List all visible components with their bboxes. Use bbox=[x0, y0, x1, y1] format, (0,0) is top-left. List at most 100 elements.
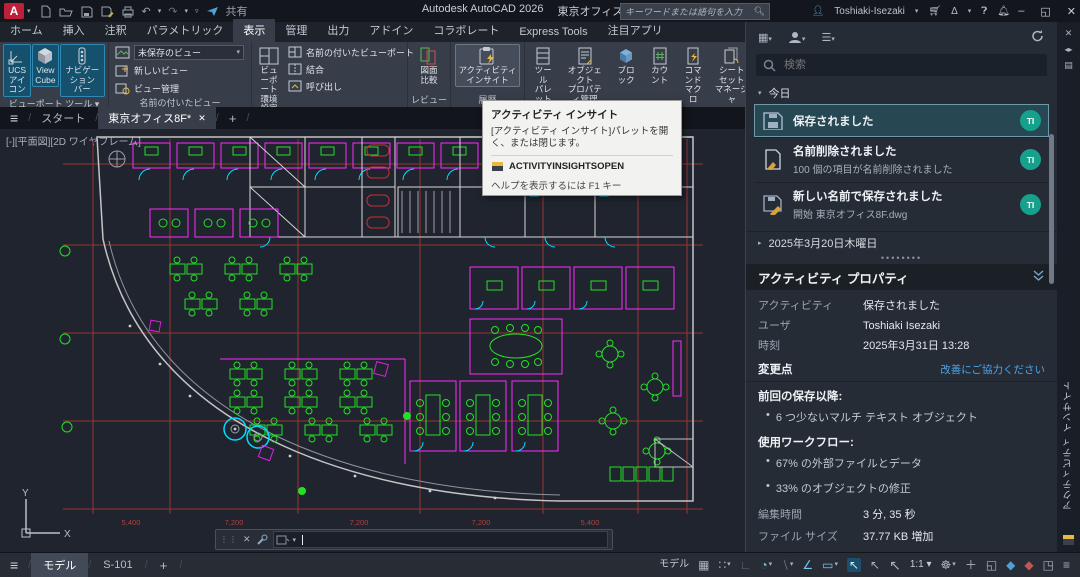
count-palette-button[interactable]: カウント bbox=[644, 44, 675, 87]
share-label[interactable]: 共有 bbox=[226, 3, 248, 19]
notification-icon[interactable]: 🔔︎ bbox=[997, 6, 1010, 17]
user-name[interactable]: Toshiaki-Isezaki bbox=[834, 6, 905, 17]
named-viewport-button[interactable]: 名前の付いたビューポート bbox=[288, 44, 414, 60]
tab-featured-apps[interactable]: 注目アプリ bbox=[598, 19, 673, 42]
activity-insight-button[interactable]: アクティビティ インサイト bbox=[455, 44, 519, 87]
palette-properties-icon[interactable]: ▤ bbox=[1064, 60, 1073, 71]
file-tab-menu-icon[interactable]: ≡ bbox=[0, 110, 28, 126]
autodesk-caret-icon[interactable]: ▾ bbox=[968, 7, 972, 15]
properties-palette-button[interactable]: オブジェクト プロパティ管理 bbox=[562, 44, 608, 106]
view-manager-button[interactable]: ビュー管理 bbox=[115, 80, 179, 96]
command-drag-handle[interactable]: ⋮⋮ bbox=[220, 538, 238, 542]
activity-search-box[interactable] bbox=[756, 54, 1047, 76]
ortho-mode-icon[interactable]: ∟ bbox=[740, 558, 752, 572]
isodraft-icon[interactable]: ∖▾ bbox=[781, 558, 793, 572]
activity-search-input[interactable] bbox=[782, 58, 986, 72]
save-icon[interactable] bbox=[80, 5, 93, 18]
user-caret-icon[interactable]: ▾ bbox=[915, 7, 919, 15]
panel-label-viewport-tools[interactable]: ビューポート ツール ▾ bbox=[0, 97, 108, 108]
cart-icon[interactable]: 🛒︎ bbox=[928, 6, 941, 17]
panel-splitter[interactable]: •••••••• bbox=[746, 254, 1057, 264]
tool-palettes-button[interactable]: ツール パレット bbox=[528, 44, 559, 106]
tab-manage[interactable]: 管理 bbox=[275, 19, 317, 42]
open-file-icon[interactable] bbox=[59, 5, 73, 18]
customize-wrench-icon[interactable] bbox=[256, 534, 268, 546]
autodesk-icon[interactable]: Δ bbox=[951, 6, 958, 17]
restore-viewport-button[interactable]: 呼び出し bbox=[288, 78, 414, 94]
customization-icon[interactable]: ≡ bbox=[1063, 558, 1070, 572]
object-snap-3d-icon[interactable]: ↖ bbox=[870, 558, 880, 572]
layout-tab-s101[interactable]: S-101 bbox=[91, 555, 144, 575]
plot-icon[interactable] bbox=[121, 5, 135, 18]
activity-item-saved[interactable]: 保存されました TI bbox=[754, 104, 1049, 137]
group-today[interactable]: ▾ 今日 bbox=[746, 82, 1057, 104]
workspace-switch-icon[interactable]: ☸▾ bbox=[941, 558, 956, 572]
snap-mode-icon[interactable]: ∷▾ bbox=[719, 558, 731, 572]
join-viewport-button[interactable]: 結合 bbox=[288, 61, 414, 77]
search-icon[interactable]: 🔍︎ bbox=[754, 6, 765, 17]
isolate-objects-icon[interactable]: ◱ bbox=[986, 558, 997, 572]
polar-tracking-icon[interactable]: ◔▾ bbox=[760, 558, 772, 572]
group-older-date[interactable]: ▸ 2025年3月20日木曜日 bbox=[746, 231, 1057, 254]
command-line[interactable]: ⋮⋮ ✕ ▾ bbox=[215, 529, 613, 550]
tab-addins[interactable]: アドイン bbox=[359, 19, 423, 42]
activity-properties-header[interactable]: アクティビティ プロパティ bbox=[746, 264, 1057, 290]
command-macros-button[interactable]: コマンド マクロ bbox=[678, 44, 709, 106]
palette-close-icon[interactable]: ✕ bbox=[1065, 28, 1073, 39]
object-snap-icon[interactable]: ↖ bbox=[847, 558, 861, 572]
tab-output[interactable]: 出力 bbox=[317, 19, 359, 42]
annotation-scale-control[interactable]: 1:1 ▾ bbox=[910, 558, 932, 572]
command-close-icon[interactable]: ✕ bbox=[243, 534, 251, 545]
tab-collaborate[interactable]: コラボレート bbox=[423, 19, 509, 42]
tab-annotate[interactable]: 注釈 bbox=[95, 19, 137, 42]
selection-cycling-icon[interactable]: ↖ bbox=[889, 558, 901, 572]
autocad-logo[interactable]: A bbox=[4, 3, 24, 19]
drawing-compare-button[interactable]: 図面 比較 bbox=[415, 44, 443, 87]
panel-label-review[interactable]: レビュー bbox=[408, 93, 450, 107]
new-view-button[interactable]: 新しいビュー bbox=[115, 62, 188, 78]
activity-item-purged[interactable]: 名前削除されました 100 個の項目が名前削除されました TI bbox=[754, 137, 1049, 182]
redo-caret-icon[interactable]: ▾ bbox=[184, 7, 188, 15]
palette-side-tab[interactable]: アクティビティ インサイト bbox=[1062, 380, 1076, 510]
save-as-icon[interactable] bbox=[100, 5, 114, 18]
view-combo[interactable]: 未保存のビュー ▾ bbox=[134, 45, 244, 60]
graphics-performance-icon[interactable]: ◆ bbox=[1006, 558, 1015, 572]
share-icon[interactable] bbox=[206, 5, 219, 17]
panel-label-named-views[interactable]: 名前の付いたビュー bbox=[109, 96, 251, 107]
new-tab-button[interactable]: + bbox=[219, 108, 247, 129]
tab-close-icon[interactable]: ✕ bbox=[198, 113, 206, 124]
user-filter-icon[interactable]: ▾ bbox=[788, 31, 806, 44]
help-icon[interactable]: ❓︎ bbox=[981, 6, 987, 17]
new-layout-button[interactable]: + bbox=[148, 554, 180, 577]
tab-start[interactable]: スタート bbox=[31, 107, 95, 129]
panel-scrollbar[interactable] bbox=[1049, 134, 1054, 284]
tab-document[interactable]: 東京オフィス8F* ✕ bbox=[98, 107, 215, 129]
logo-caret-icon[interactable]: ▾ bbox=[27, 7, 31, 15]
layout-menu-icon[interactable]: ≡ bbox=[0, 557, 28, 573]
ucs-icon-button[interactable]: UCS アイコン bbox=[3, 44, 31, 97]
view-mode-icon[interactable]: ▦▾ bbox=[758, 31, 772, 44]
hardware-acceleration-icon[interactable]: ◆ bbox=[1024, 558, 1033, 572]
object-snap-tracking-icon[interactable]: ∠ bbox=[802, 558, 813, 572]
ucs-icon[interactable]: Y X bbox=[14, 487, 78, 547]
layout-tab-model[interactable]: モデル bbox=[31, 553, 88, 577]
tab-view[interactable]: 表示 bbox=[233, 19, 275, 42]
help-search-box[interactable]: キーワードまたは語句を入力 🔍︎ bbox=[620, 3, 770, 20]
feedback-link[interactable]: 改善にご協力ください bbox=[940, 362, 1045, 377]
clean-screen-icon[interactable]: ◳ bbox=[1043, 558, 1054, 572]
viewcube-button[interactable]: View Cube bbox=[32, 44, 58, 87]
palette-autohide-icon[interactable]: ◂▸ bbox=[1064, 45, 1072, 54]
activity-item-saveas[interactable]: 新しい名前で保存されました 開始 東京オフィス8F.dwg TI bbox=[754, 182, 1049, 227]
model-space-toggle[interactable]: モデル bbox=[659, 558, 689, 572]
filter-list-icon[interactable]: ☰▾ bbox=[821, 31, 834, 44]
minimize-button[interactable]: – bbox=[1018, 5, 1024, 17]
new-file-icon[interactable] bbox=[39, 5, 52, 18]
command-input[interactable]: ▾ bbox=[273, 531, 608, 548]
redo-icon[interactable]: ↷ bbox=[168, 5, 177, 18]
annotation-monitor-icon[interactable]: ＋ bbox=[965, 558, 977, 572]
navigation-bar-button[interactable]: ナビゲーション バー bbox=[60, 44, 105, 97]
tab-parametric[interactable]: パラメトリック bbox=[137, 19, 234, 42]
restore-button[interactable]: ◱ bbox=[1040, 5, 1050, 18]
refresh-icon[interactable] bbox=[1030, 29, 1045, 46]
undo-caret-icon[interactable]: ▾ bbox=[158, 7, 162, 15]
